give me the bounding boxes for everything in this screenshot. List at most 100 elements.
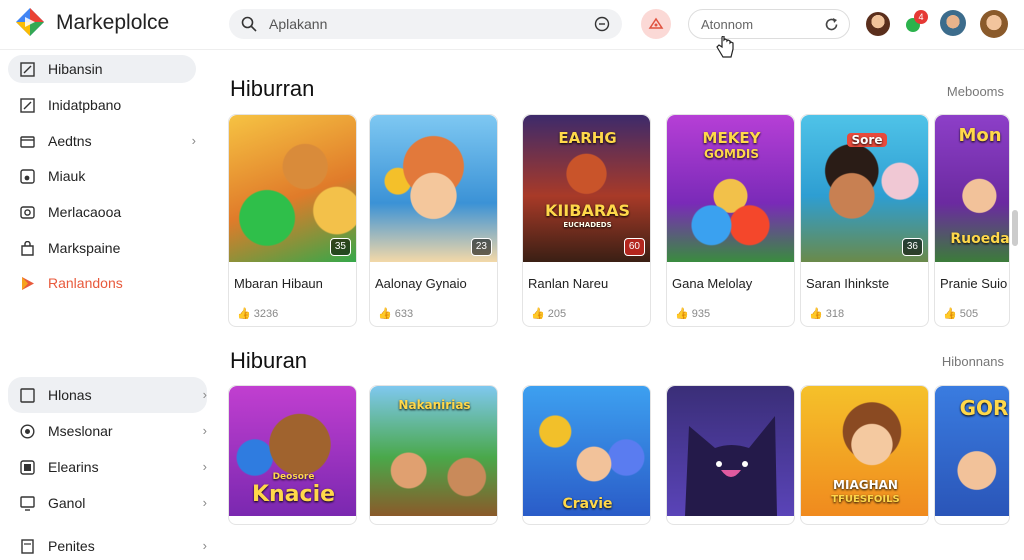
sidebar-item-label: Merlacaooa bbox=[48, 204, 122, 220]
age-rating-badge: 35 bbox=[329, 238, 351, 256]
game-thumbnail bbox=[667, 386, 794, 516]
chevron-right-icon: › bbox=[202, 423, 207, 438]
card-icon bbox=[20, 136, 35, 148]
bag-icon bbox=[21, 241, 34, 256]
thumbnail-text: MEKEY bbox=[702, 129, 761, 147]
sidebar-item-inidatpbano[interactable]: Inidatpbano bbox=[8, 91, 196, 119]
game-rating: 👍 935 bbox=[675, 308, 711, 320]
camera-icon bbox=[20, 206, 35, 219]
monitor-icon bbox=[20, 496, 35, 511]
sidebar-item-hlonas[interactable]: Hlonas › bbox=[8, 381, 207, 409]
sidebar-item-label: Mseslonar bbox=[48, 423, 113, 439]
game-rating: 👍 3236 bbox=[237, 308, 279, 320]
game-card[interactable]: 23 Aalonay Gynaio 👍 633 bbox=[369, 114, 498, 327]
thumbnail-text: GOMDIS bbox=[703, 147, 760, 161]
chevron-right-icon: › bbox=[202, 459, 207, 474]
thumbnail-text: TFUESFOILS bbox=[831, 494, 900, 505]
thumbnail-text: GOR bbox=[959, 396, 1009, 420]
game-title: Ranlan Nareu bbox=[528, 276, 609, 291]
thumbnail-text: EARHG bbox=[558, 129, 617, 147]
notification-badge: 4 bbox=[914, 10, 928, 24]
chevron-right-icon: › bbox=[191, 133, 196, 148]
thumbnail-text: Deosore bbox=[272, 472, 315, 482]
sidebar-item-penites[interactable]: Penites › bbox=[8, 532, 207, 560]
game-card[interactable]: Mon Ruoeda Pranie Suio 👍 505 bbox=[934, 114, 1010, 327]
sidebar-item-label: Elearins bbox=[48, 459, 99, 475]
age-rating-badge: 23 bbox=[470, 238, 492, 256]
search-input[interactable]: Aplakann bbox=[269, 16, 327, 32]
section-see-more-link[interactable]: Mebooms bbox=[947, 84, 1004, 99]
chevron-right-icon: › bbox=[202, 538, 207, 553]
music-icon bbox=[20, 169, 35, 184]
sidebar-item-mseslonar[interactable]: Mseslonar › bbox=[8, 417, 207, 445]
user-avatar-2[interactable] bbox=[940, 10, 966, 36]
section-title: Hiburran bbox=[230, 76, 315, 101]
sidebar-item-label: Hibansin bbox=[48, 61, 103, 77]
sidebar-item-label: Inidatpbano bbox=[48, 97, 122, 113]
section-see-more-link[interactable]: Hibonnans bbox=[942, 354, 1004, 369]
sidebar-item-miauk[interactable]: Miauk bbox=[8, 162, 196, 190]
thumbnail-text: Cravie bbox=[562, 496, 613, 512]
game-title: Pranie Suio bbox=[940, 276, 1008, 291]
app-logo-icon[interactable] bbox=[16, 8, 44, 36]
game-rating: 👍 633 bbox=[378, 308, 414, 320]
secondary-search-text[interactable]: Atonnom bbox=[701, 17, 753, 32]
sidebar-item-label: Markspaine bbox=[48, 240, 121, 256]
search-bar[interactable]: Aplakann bbox=[229, 9, 622, 39]
scrollbar[interactable] bbox=[1012, 210, 1018, 246]
thumbnail-text: Mon bbox=[958, 125, 1002, 146]
circle-icon bbox=[20, 424, 35, 439]
game-title: Saran Ihinkste bbox=[806, 276, 890, 291]
sidebar-item-hibansin[interactable]: Hibansin bbox=[8, 55, 196, 83]
sidebar-item-label: Ganol bbox=[48, 495, 86, 511]
doc-icon bbox=[21, 539, 34, 554]
thumbnail-text: Knacie bbox=[251, 482, 336, 507]
sidebar-item-ganol[interactable]: Ganol › bbox=[8, 489, 207, 517]
game-title: Mbaran Hibaun bbox=[234, 276, 323, 291]
game-card[interactable]: GOR bbox=[934, 385, 1010, 525]
sidebar-item-merlacaooa[interactable]: Merlacaooa bbox=[8, 198, 196, 226]
secondary-search-field[interactable]: Atonnom bbox=[688, 9, 850, 39]
mouse-cursor-icon bbox=[716, 36, 734, 58]
sidebar-item-markspaine[interactable]: Markspaine bbox=[8, 234, 196, 262]
top-bar: Markeplolce Aplakann Atonnom 4 bbox=[0, 0, 1024, 58]
game-card[interactable]: Sore 36 Saran Ihinkste 👍 318 bbox=[800, 114, 929, 327]
game-rating: 👍 205 bbox=[531, 308, 567, 320]
game-card[interactable]: Nakanirias bbox=[369, 385, 498, 525]
age-rating-badge: 36 bbox=[901, 238, 923, 256]
thumbnail-text: KIIBARAS bbox=[544, 201, 631, 220]
cat-illustration-icon bbox=[685, 416, 777, 516]
thumbnail-text: Nakanirias bbox=[398, 398, 471, 412]
sidebar-item-elearins[interactable]: Elearins › bbox=[8, 453, 207, 481]
age-rating-badge: 60 bbox=[623, 238, 645, 256]
image-icon bbox=[20, 388, 35, 403]
edit-icon bbox=[20, 62, 35, 77]
clear-icon[interactable] bbox=[594, 16, 610, 32]
sidebar-item-ranlandons[interactable]: Ranlandons bbox=[8, 269, 196, 297]
game-card[interactable]: MEKEY GOMDIS Gana Melolay 👍 935 bbox=[666, 114, 795, 327]
thumbnail-text: EUCHADEDS bbox=[563, 221, 612, 229]
game-title: Gana Melolay bbox=[672, 276, 753, 291]
game-rating: 👍 505 bbox=[943, 308, 979, 320]
sidebar-item-label: Ranlandons bbox=[48, 275, 123, 291]
section-title: Hiburan bbox=[230, 348, 308, 373]
user-avatar-3[interactable] bbox=[980, 10, 1008, 38]
sidebar-item-label: Penites bbox=[48, 538, 95, 554]
sidebar-item-aedtns[interactable]: Aedtns › bbox=[8, 127, 196, 155]
game-title: Aalonay Gynaio bbox=[375, 276, 467, 291]
game-card[interactable] bbox=[666, 385, 795, 525]
game-card[interactable]: Cravie bbox=[522, 385, 651, 525]
chevron-right-icon: › bbox=[202, 495, 207, 510]
game-card[interactable]: Deosore Knacie bbox=[228, 385, 357, 525]
game-card[interactable]: 35 Mbaran Hibaun 👍 3236 bbox=[228, 114, 357, 327]
chevron-right-icon: › bbox=[202, 387, 207, 402]
game-card[interactable]: MIAGHAN TFUESFOILS bbox=[800, 385, 929, 525]
notification-button[interactable] bbox=[641, 9, 671, 39]
thumbnail-text: MIAGHAN bbox=[833, 478, 898, 492]
game-card[interactable]: EARHG KIIBARAS EUCHADEDS 60 Ranlan Nareu… bbox=[522, 114, 651, 327]
refresh-icon[interactable] bbox=[823, 16, 840, 33]
edit-icon bbox=[20, 98, 35, 113]
sidebar-item-label: Miauk bbox=[48, 168, 86, 184]
square-icon bbox=[20, 460, 35, 475]
user-avatar-1[interactable] bbox=[866, 12, 890, 36]
